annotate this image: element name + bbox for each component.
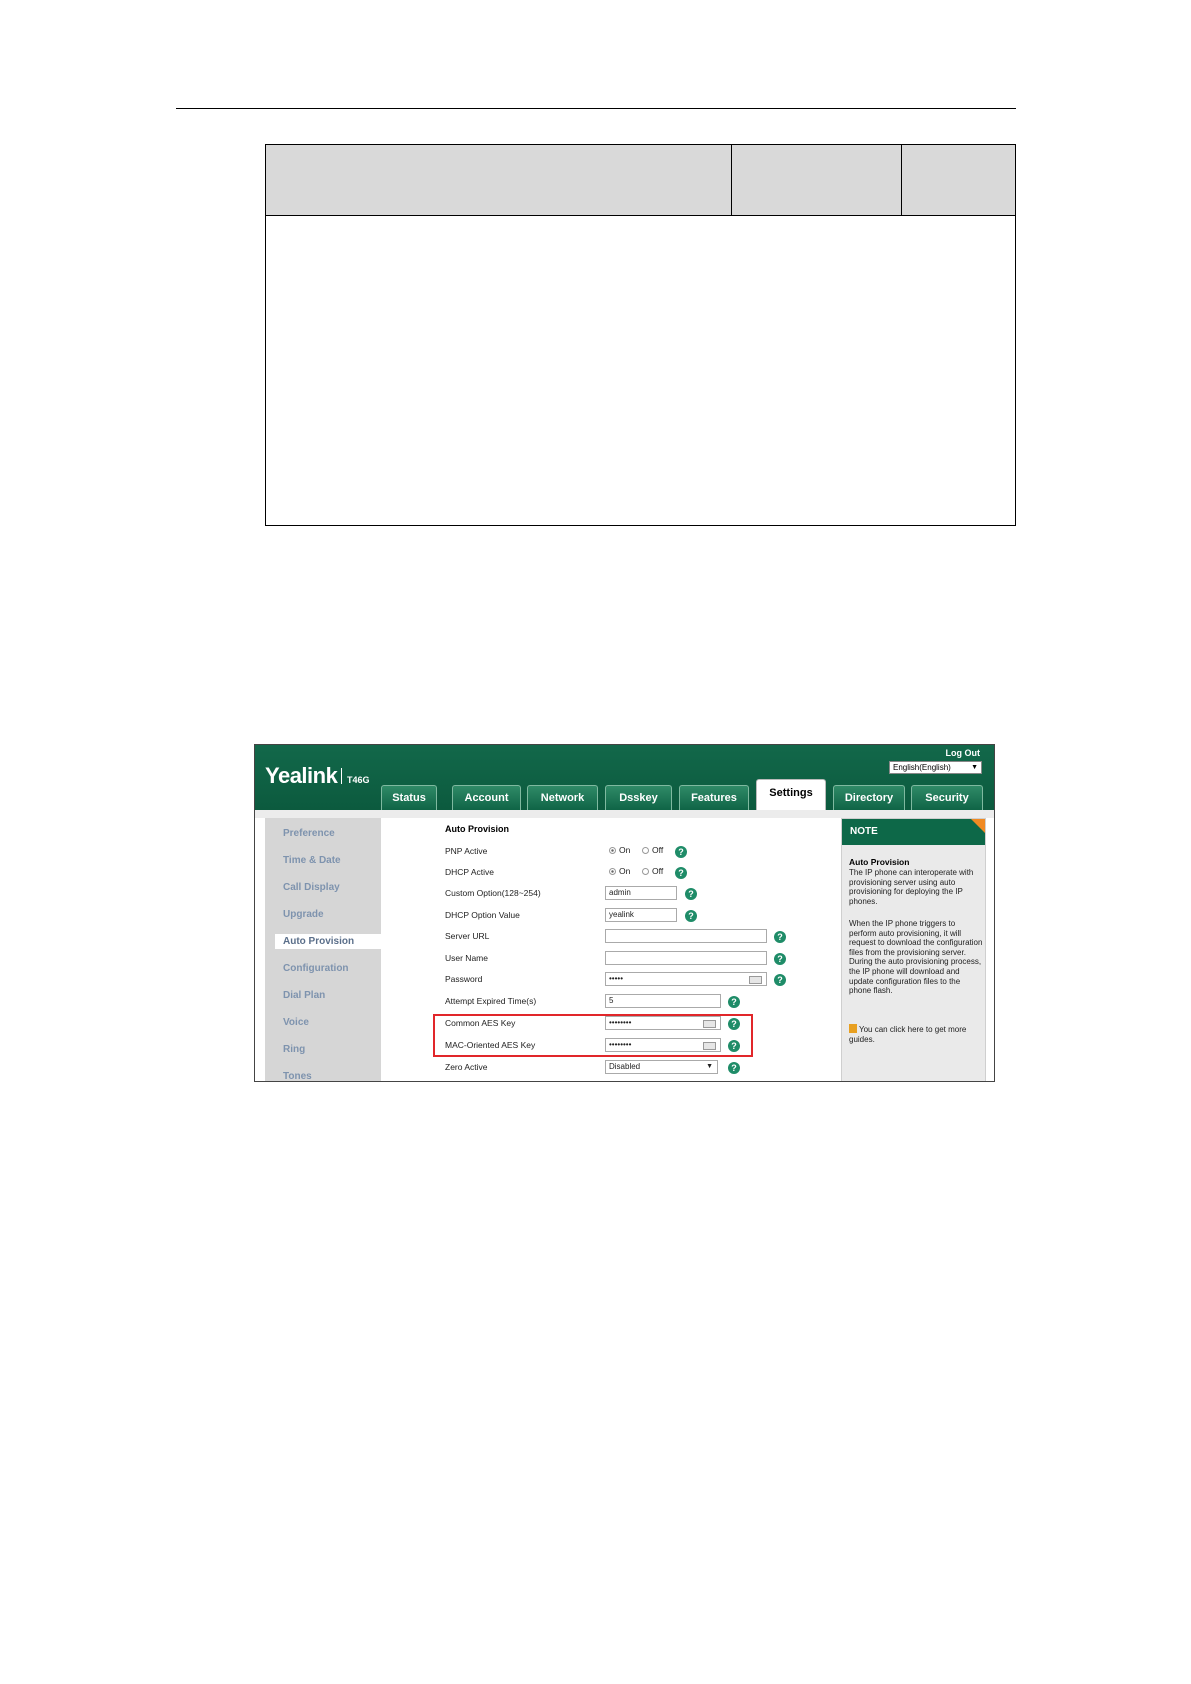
- top-header: Yealink T46G Log Out English(English) ▼ …: [255, 745, 994, 810]
- sidebar-item-preference[interactable]: Preference: [283, 828, 335, 839]
- tab-network[interactable]: Network: [527, 785, 598, 810]
- yealink-logo: Yealink: [265, 763, 338, 788]
- dhcp-active-label: DHCP Active: [445, 867, 494, 877]
- tab-status[interactable]: Status: [381, 785, 437, 810]
- chevron-down-icon: ▼: [706, 1063, 713, 1070]
- dhcp-on-radio[interactable]: On: [609, 866, 630, 876]
- common-aes-key-label: Common AES Key: [445, 1018, 516, 1028]
- user-name-input[interactable]: [605, 951, 767, 965]
- sidebar-item-auto-provision[interactable]: Auto Provision: [275, 934, 381, 949]
- keyboard-icon[interactable]: [703, 1042, 716, 1050]
- server-url-input[interactable]: [605, 929, 767, 943]
- help-icon[interactable]: ?: [774, 974, 786, 986]
- custom-option-input[interactable]: admin: [605, 886, 677, 900]
- web-ui-screenshot: Yealink T46G Log Out English(English) ▼ …: [254, 744, 995, 1082]
- mac-oriented-aes-key-input[interactable]: ••••••••: [605, 1038, 721, 1052]
- common-aes-key-input[interactable]: ••••••••: [605, 1016, 721, 1030]
- sidebar-item-ring[interactable]: Ring: [283, 1044, 305, 1055]
- help-icon[interactable]: ?: [728, 1062, 740, 1074]
- attempt-expired-time-input[interactable]: 5: [605, 994, 721, 1008]
- user-name-label: User Name: [445, 953, 488, 963]
- column-divider: [901, 145, 902, 215]
- content-top-strip: [255, 810, 994, 818]
- tab-account[interactable]: Account: [452, 785, 521, 810]
- sidebar: Preference Time & Date Call Display Upgr…: [265, 818, 381, 1081]
- zero-active-select[interactable]: Disabled ▼: [605, 1060, 718, 1074]
- note-panel: NOTE Auto Provision The IP phone can int…: [841, 818, 986, 1081]
- note-title: Auto Provision: [849, 857, 910, 867]
- note-paragraph-2: When the IP phone triggers to perform au…: [849, 919, 983, 996]
- help-icon[interactable]: ?: [728, 1040, 740, 1052]
- sidebar-item-voice[interactable]: Voice: [283, 1017, 309, 1028]
- logo-separator: [341, 768, 342, 784]
- header-rule: [176, 108, 1016, 109]
- keyboard-icon[interactable]: [749, 976, 762, 984]
- password-label: Password: [445, 974, 483, 984]
- note-corner-flag: [971, 819, 985, 833]
- dhcp-option-value-label: DHCP Option Value: [445, 910, 520, 920]
- sidebar-item-configuration[interactable]: Configuration: [283, 963, 349, 974]
- help-icon[interactable]: ?: [675, 846, 687, 858]
- mac-oriented-aes-key-label: MAC-Oriented AES Key: [445, 1040, 536, 1050]
- help-icon[interactable]: ?: [728, 996, 740, 1008]
- language-select-value: English(English): [893, 763, 951, 772]
- radio-empty-icon: [642, 868, 649, 875]
- sidebar-item-tones[interactable]: Tones: [283, 1071, 312, 1081]
- help-icon[interactable]: ?: [728, 1018, 740, 1030]
- help-icon[interactable]: ?: [685, 910, 697, 922]
- model-label: T46G: [347, 775, 370, 785]
- server-url-label: Server URL: [445, 931, 490, 941]
- note-paragraph-1: The IP phone can interoperate with provi…: [849, 868, 974, 906]
- sidebar-item-dial-plan[interactable]: Dial Plan: [283, 990, 325, 1001]
- help-icon[interactable]: ?: [774, 931, 786, 943]
- tab-directory[interactable]: Directory: [833, 785, 905, 810]
- language-select[interactable]: English(English) ▼: [889, 761, 982, 774]
- radio-selected-icon: [609, 847, 616, 854]
- dhcp-option-value-input[interactable]: yealink: [605, 908, 677, 922]
- help-icon[interactable]: ?: [675, 867, 687, 879]
- help-icon[interactable]: ?: [774, 953, 786, 965]
- radio-empty-icon: [642, 847, 649, 854]
- section-title: Auto Provision: [445, 824, 510, 834]
- attempt-expired-time-label: Attempt Expired Time(s): [445, 996, 537, 1006]
- pnp-active-label: PNP Active: [445, 846, 488, 856]
- chevron-down-icon: ▼: [971, 764, 978, 771]
- sidebar-item-upgrade[interactable]: Upgrade: [283, 909, 324, 920]
- zero-active-label: Zero Active: [445, 1062, 488, 1072]
- tab-features[interactable]: Features: [679, 785, 749, 810]
- tab-security[interactable]: Security: [911, 785, 983, 810]
- keyboard-icon[interactable]: [703, 1020, 716, 1028]
- dhcp-off-radio[interactable]: Off: [642, 866, 663, 876]
- sidebar-item-time-date[interactable]: Time & Date: [283, 855, 341, 866]
- note-guide-link[interactable]: You can click here to get more guides.: [849, 1024, 983, 1044]
- password-input[interactable]: •••••: [605, 972, 767, 986]
- tab-dsskey[interactable]: Dsskey: [605, 785, 672, 810]
- guide-book-icon: [849, 1024, 857, 1033]
- table-header-row: [266, 145, 1015, 216]
- document-table: [265, 144, 1016, 526]
- note-heading: NOTE: [842, 819, 985, 845]
- sidebar-item-call-display[interactable]: Call Display: [283, 882, 340, 893]
- help-icon[interactable]: ?: [685, 888, 697, 900]
- radio-selected-icon: [609, 868, 616, 875]
- pnp-off-radio[interactable]: Off: [642, 845, 663, 855]
- tab-settings[interactable]: Settings: [756, 779, 826, 810]
- custom-option-label: Custom Option(128~254): [445, 888, 541, 898]
- logout-link[interactable]: Log Out: [946, 748, 981, 758]
- pnp-on-radio[interactable]: On: [609, 845, 630, 855]
- column-divider: [731, 145, 732, 215]
